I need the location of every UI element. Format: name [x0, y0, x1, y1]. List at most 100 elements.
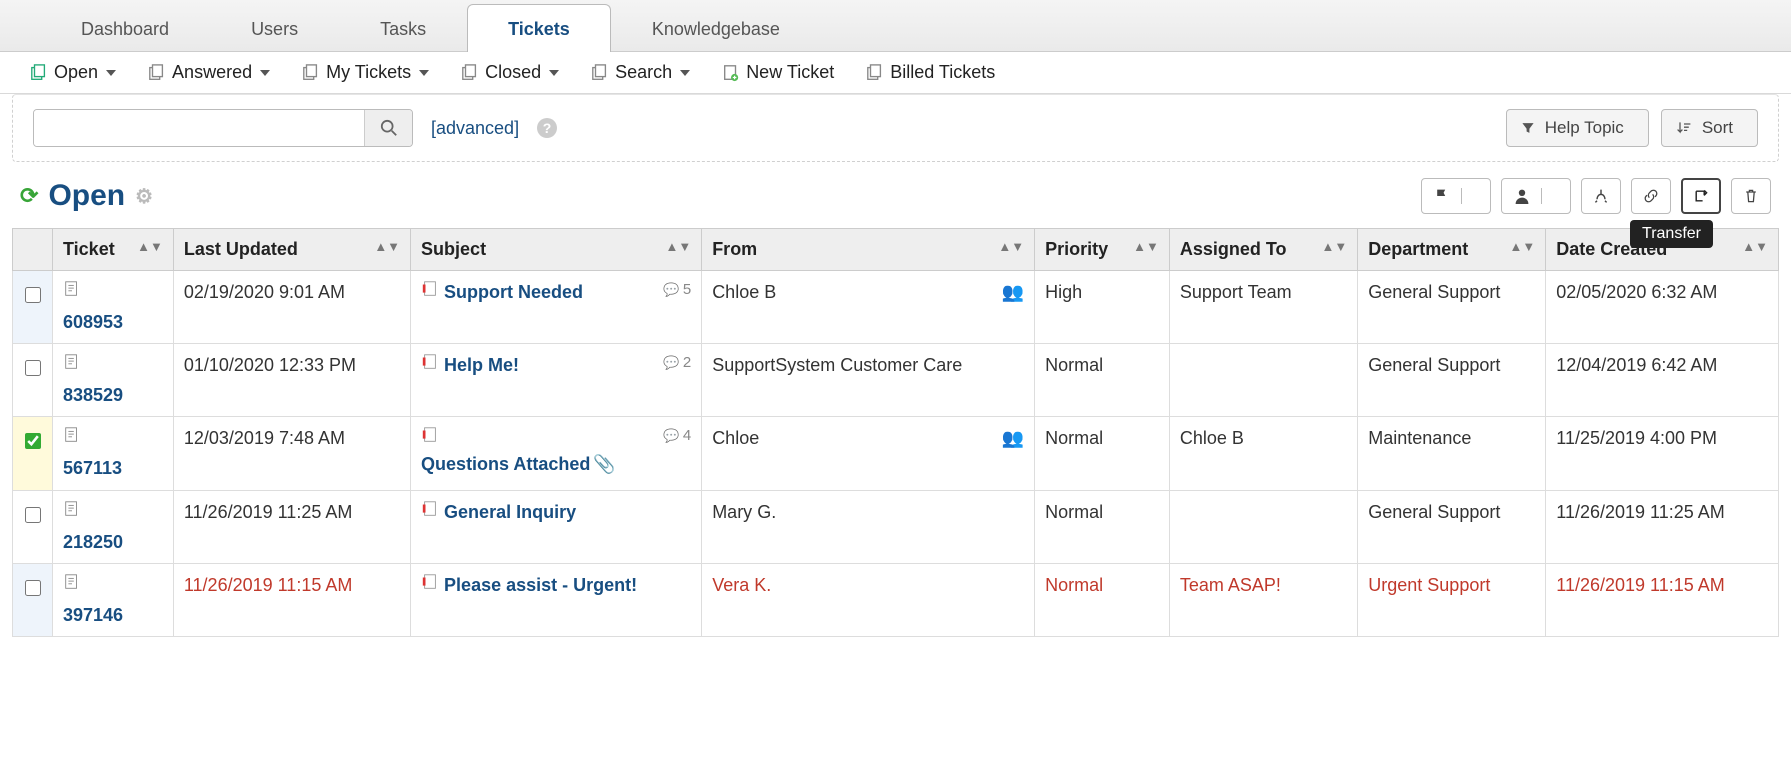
sort-icon: ▲▼	[1510, 239, 1536, 254]
tab-tasks[interactable]: Tasks	[339, 4, 467, 52]
subnav-open[interactable]: Open	[30, 62, 116, 83]
help-topic-label: Help Topic	[1545, 118, 1624, 138]
user-icon	[1514, 188, 1530, 204]
new-document-icon	[722, 64, 740, 82]
cell-priority: Normal	[1035, 563, 1170, 636]
col-department[interactable]: Department▲▼	[1358, 229, 1546, 271]
flag-button[interactable]	[1421, 178, 1491, 214]
delete-button[interactable]	[1731, 178, 1771, 214]
tooltip: Transfer	[1630, 220, 1713, 248]
tab-users[interactable]: Users	[210, 4, 339, 52]
col-subject[interactable]: Subject▲▼	[411, 229, 702, 271]
ticket-icon	[63, 499, 81, 525]
row-checkbox[interactable]	[25, 287, 41, 303]
cell-priority: High	[1035, 271, 1170, 344]
ticket-number-link[interactable]: 397146	[63, 598, 163, 628]
row-checkbox[interactable]	[25, 580, 41, 596]
sub-nav: Open Answered My Tickets Closed Search N…	[0, 52, 1791, 94]
ticket-icon	[63, 279, 81, 305]
cell-from: Mary G.	[702, 490, 1035, 563]
row-checkbox[interactable]	[25, 433, 41, 449]
help-topic-filter[interactable]: Help Topic	[1506, 109, 1649, 147]
cell-created: 11/26/2019 11:15 AM	[1546, 563, 1779, 636]
documents-icon	[302, 64, 320, 82]
subnav-billed[interactable]: Billed Tickets	[866, 62, 995, 83]
subnav-billed-label: Billed Tickets	[890, 62, 995, 83]
flag-icon	[1434, 188, 1450, 204]
subnav-closed-label: Closed	[485, 62, 541, 83]
sort-dropdown[interactable]: Sort	[1661, 109, 1758, 147]
sort-icon: ▲▼	[374, 239, 400, 254]
sort-icon: ▲▼	[1322, 239, 1348, 254]
subject-link[interactable]: Help Me!	[439, 355, 519, 375]
table-row[interactable]: 60895302/19/2020 9:01 AM5 Support Needed…	[13, 271, 1779, 344]
thread-count: 5	[663, 279, 691, 301]
ticket-number-link[interactable]: 838529	[63, 378, 163, 408]
subnav-open-label: Open	[54, 62, 98, 83]
cell-updated: 12/03/2019 7:48 AM	[173, 417, 410, 490]
cell-subject: General Inquiry	[411, 490, 702, 563]
cell-subject: 2 Help Me!	[411, 344, 702, 417]
cell-subject: 5 Support Needed	[411, 271, 702, 344]
table-row[interactable]: 397146 11/26/2019 11:15 AM Please assist …	[13, 563, 1779, 636]
table-row[interactable]: 567113 12/03/2019 7:48 AM 4 Questions Atta…	[13, 417, 1779, 490]
subject-link[interactable]: Support Needed	[439, 282, 583, 302]
priority-icon	[421, 425, 439, 451]
cell-updated: 11/26/2019 11:25 AM	[173, 490, 410, 563]
ticket-number-link[interactable]: 608953	[63, 305, 163, 335]
subject-link[interactable]: General Inquiry	[439, 502, 576, 522]
gear-icon[interactable]: ⚙	[135, 184, 153, 209]
subnav-closed[interactable]: Closed	[461, 62, 559, 83]
subnav-my-tickets[interactable]: My Tickets	[302, 62, 429, 83]
advanced-search-link[interactable]: [advanced]	[431, 118, 519, 139]
subnav-answered-label: Answered	[172, 62, 252, 83]
chevron-down-icon	[419, 70, 429, 76]
attachment-icon: 📎	[593, 454, 615, 474]
tab-dashboard[interactable]: Dashboard	[40, 4, 210, 52]
col-ticket[interactable]: Ticket▲▼	[53, 229, 174, 271]
col-from[interactable]: From▲▼	[702, 229, 1035, 271]
chevron-down-icon	[106, 70, 116, 76]
assign-button[interactable]	[1501, 178, 1571, 214]
subject-link[interactable]: Questions Attached	[421, 454, 590, 474]
chevron-down-icon	[260, 70, 270, 76]
sort-icon: ▲▼	[1742, 239, 1768, 254]
cell-from: Vera K.	[702, 563, 1035, 636]
cell-assigned: Team ASAP!	[1169, 563, 1357, 636]
search-wrap	[33, 109, 413, 147]
priority-icon	[421, 572, 439, 598]
priority-icon	[421, 499, 439, 525]
tab-knowledgebase[interactable]: Knowledgebase	[611, 4, 821, 52]
page-title: ⟳ Open ⚙	[20, 179, 153, 213]
subnav-new-ticket[interactable]: New Ticket	[722, 62, 834, 83]
search-button[interactable]	[364, 110, 412, 146]
ticket-number-link[interactable]: 567113	[63, 451, 163, 481]
table-row[interactable]: 218250 11/26/2019 11:25 AM General Inquir…	[13, 490, 1779, 563]
sort-icon: ▲▼	[137, 239, 163, 254]
tab-tickets[interactable]: Tickets	[467, 4, 611, 52]
thread-count: 4	[663, 425, 691, 447]
ticket-number-link[interactable]: 218250	[63, 525, 163, 555]
cell-priority: Normal	[1035, 344, 1170, 417]
row-checkbox[interactable]	[25, 360, 41, 376]
subnav-search[interactable]: Search	[591, 62, 690, 83]
transfer-button[interactable]	[1681, 178, 1721, 214]
cell-created: 02/05/2020 6:32 AM	[1546, 271, 1779, 344]
row-checkbox[interactable]	[25, 507, 41, 523]
cell-assigned: Support Team	[1169, 271, 1357, 344]
subject-link[interactable]: Please assist - Urgent!	[439, 575, 637, 595]
col-priority[interactable]: Priority▲▼	[1035, 229, 1170, 271]
cell-from: Chloe👥	[702, 417, 1035, 490]
col-last-updated[interactable]: Last Updated▲▼	[173, 229, 410, 271]
cell-dept: General Support	[1358, 490, 1546, 563]
table-row[interactable]: 83852901/10/2020 12:33 PM2 Help Me!Suppo…	[13, 344, 1779, 417]
refresh-icon[interactable]: ⟳	[20, 183, 38, 209]
help-icon[interactable]: ?	[537, 118, 557, 138]
cell-from: Chloe B👥	[702, 271, 1035, 344]
merge-button[interactable]	[1581, 178, 1621, 214]
link-button[interactable]	[1631, 178, 1671, 214]
subnav-answered[interactable]: Answered	[148, 62, 270, 83]
col-assigned[interactable]: Assigned To▲▼	[1169, 229, 1357, 271]
cell-priority: Normal	[1035, 490, 1170, 563]
search-input[interactable]	[34, 110, 364, 146]
